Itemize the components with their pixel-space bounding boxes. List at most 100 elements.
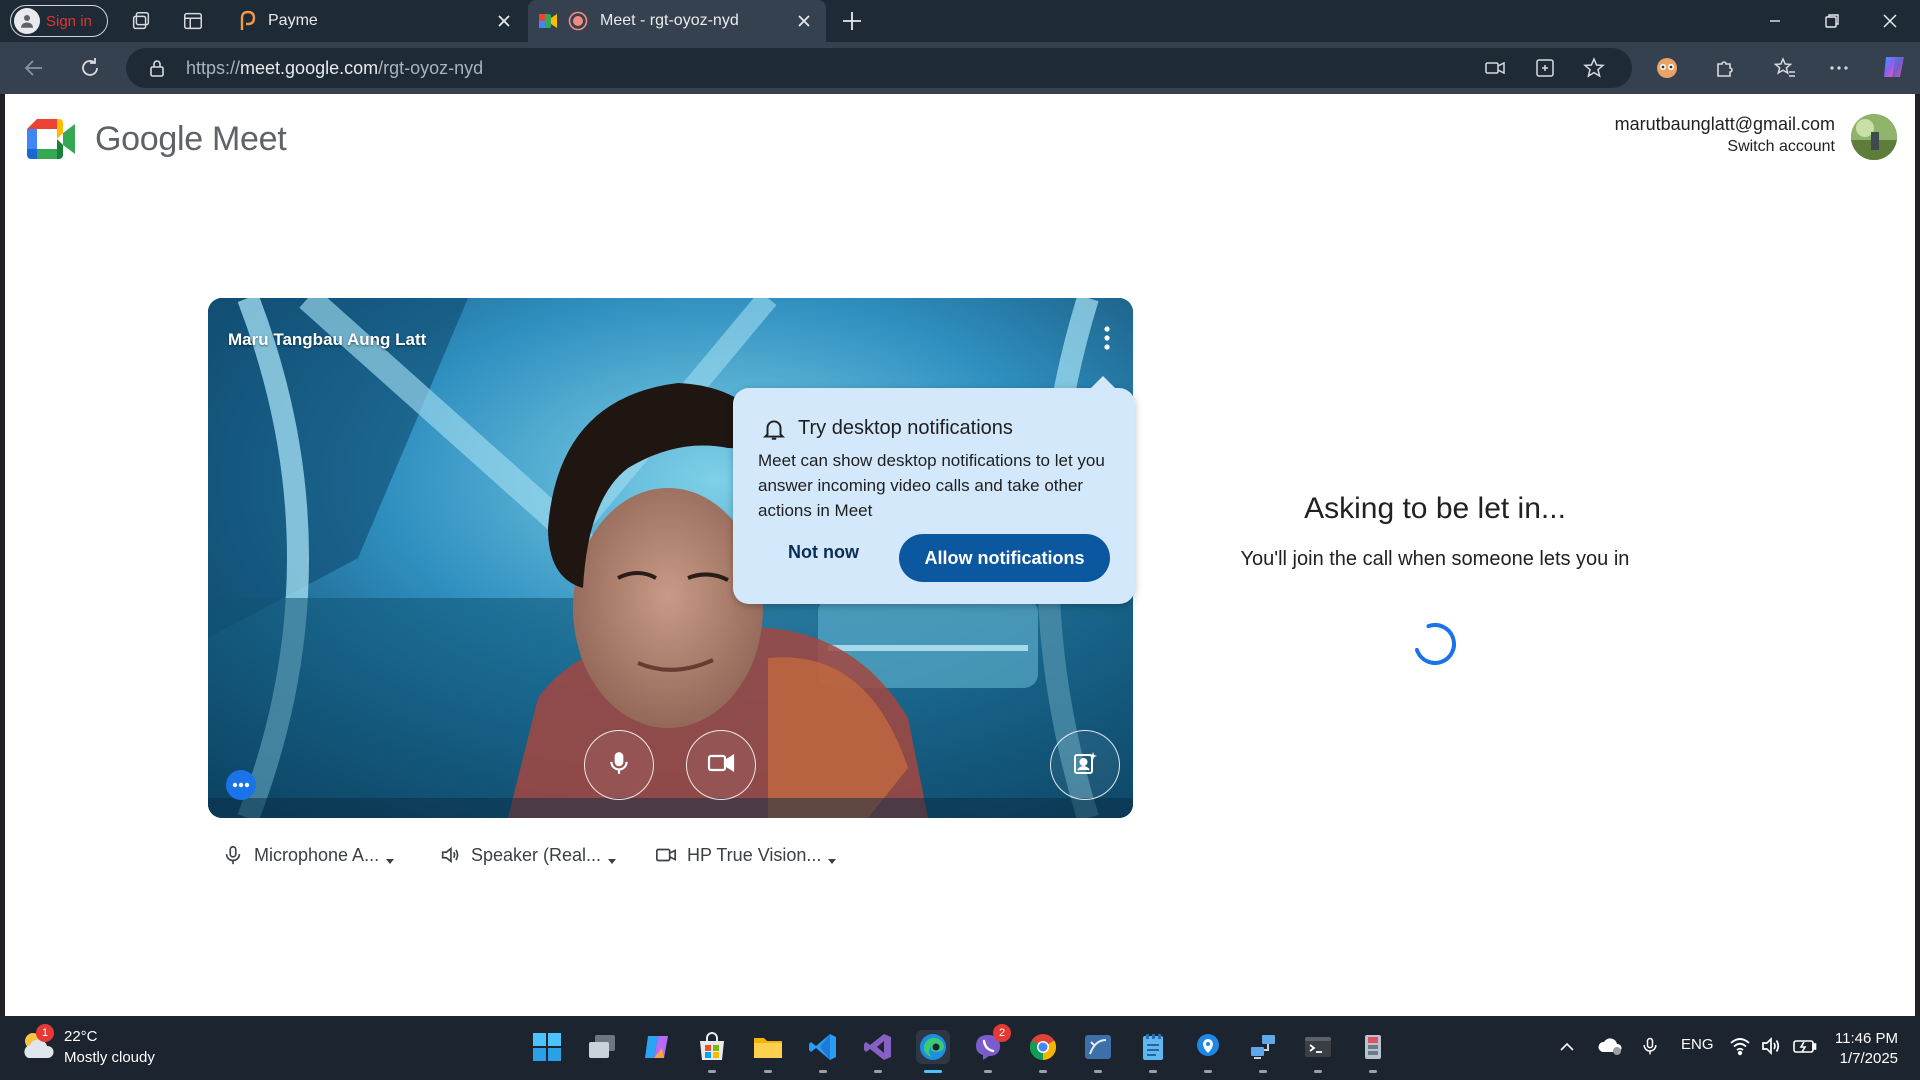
taskbar-visual-studio[interactable] [861, 1030, 895, 1073]
restore-icon[interactable] [1821, 10, 1843, 32]
network-computers-icon [1251, 1035, 1275, 1059]
app-available-icon[interactable] [1534, 57, 1556, 84]
account-email: marutbaunglatt@gmail.com [1614, 114, 1835, 134]
copilot-icon[interactable] [1880, 53, 1908, 81]
microphone-label: Microphone A... [254, 844, 380, 865]
vscode-icon [809, 1034, 836, 1060]
visual-effects-icon [1072, 750, 1098, 781]
favorite-star-icon[interactable] [1582, 56, 1606, 85]
lock-icon[interactable] [148, 58, 166, 83]
camera-selector[interactable]: HP True Vision... [655, 844, 837, 866]
store-icon [700, 1032, 724, 1060]
minimize-icon[interactable] [1764, 10, 1786, 32]
camera-toggle-button[interactable] [686, 730, 756, 800]
tab-title: Payme [268, 12, 318, 29]
back-icon[interactable] [22, 56, 46, 80]
not-now-button[interactable]: Not now [788, 542, 859, 563]
vertical-tabs-icon[interactable] [181, 9, 205, 33]
extensions-puzzle-icon[interactable] [1713, 56, 1737, 80]
input-language[interactable]: ENG [1681, 1036, 1714, 1053]
allow-notifications-button[interactable]: Allow notifications [899, 534, 1110, 582]
profile-button[interactable]: Sign in [10, 5, 108, 37]
payme-favicon-icon [238, 10, 258, 37]
microphone-icon [606, 750, 632, 781]
switch-account-link[interactable]: Switch account [1615, 138, 1835, 156]
reload-icon[interactable] [78, 56, 102, 80]
chevron-down-icon [385, 850, 395, 864]
temperature: 22°C [64, 1028, 98, 1045]
microphone-toggle-button[interactable] [584, 730, 654, 800]
taskbar-viber[interactable]: 2 [971, 1024, 1011, 1073]
meet-favicon-icon [538, 12, 558, 35]
start-button[interactable] [530, 1030, 564, 1064]
brand-title: Google Meet [95, 120, 287, 158]
tab-meet[interactable]: Meet - rgt-oyoz-nyd [528, 0, 826, 42]
close-window-icon[interactable] [1879, 10, 1901, 32]
taskbar-maps[interactable] [1191, 1030, 1225, 1073]
taskbar-file-explorer[interactable] [751, 1030, 785, 1073]
close-tab-icon[interactable] [794, 11, 814, 31]
battery-icon[interactable] [1792, 1036, 1818, 1060]
meet-page: Google Meet marutbaunglatt@gmail.com Swi… [5, 94, 1915, 1016]
recording-icon [568, 11, 588, 36]
folder-icon [754, 1038, 782, 1058]
database-tool-icon [1085, 1035, 1111, 1059]
workspaces-icon[interactable] [129, 9, 153, 33]
participant-name: Maru Tangbau Aung Latt [228, 330, 427, 349]
popover-body: Meet can show desktop notifications to l… [758, 451, 1105, 520]
favorites-icon[interactable] [1773, 56, 1797, 80]
taskbar-terminal[interactable] [1301, 1030, 1335, 1073]
weather-widget[interactable]: 1 22°C Mostly cloudy [20, 1024, 155, 1066]
status-heading: Asking to be let in... [1304, 492, 1566, 525]
more-options-icon[interactable] [1103, 324, 1111, 352]
chrome-icon [1029, 1034, 1057, 1061]
task-view-button[interactable] [585, 1030, 619, 1064]
notification-badge: 2 [993, 1024, 1011, 1042]
visual-effects-button[interactable] [1050, 730, 1120, 800]
taskbar-copilot[interactable] [640, 1030, 674, 1064]
address-bar[interactable]: https://meet.google.com/rgt-oyoz-nyd [126, 48, 1632, 88]
show-hidden-icons-icon[interactable] [1558, 1038, 1576, 1060]
camera-in-use-icon[interactable] [1484, 57, 1506, 84]
speaker-selector[interactable]: Speaker (Real... [439, 844, 617, 866]
taskbar-edge[interactable] [916, 1030, 950, 1073]
browser-tab-bar: Sign in Payme Meet - rgt-oyoz-nyd [0, 0, 1920, 42]
weather-badge: 1 [36, 1024, 54, 1042]
more-options-icon[interactable] [1827, 56, 1851, 80]
taskbar-chrome[interactable] [1026, 1030, 1060, 1073]
microphone-in-use-icon[interactable] [1640, 1035, 1660, 1061]
speaker-icon [439, 844, 461, 866]
more-actions-button[interactable] [226, 770, 256, 800]
close-tab-icon[interactable] [494, 11, 514, 31]
account-info: marutbaunglatt@gmail.com Switch account [1615, 114, 1835, 156]
taskbar-archive[interactable] [1356, 1030, 1390, 1073]
clock-time: 11:46 PM [1834, 1030, 1898, 1047]
url-text: https://meet.google.com/rgt-oyoz-nyd [186, 57, 484, 78]
status-message: You'll join the call when someone lets y… [1240, 548, 1630, 570]
volume-icon[interactable] [1760, 1035, 1782, 1061]
wifi-icon[interactable] [1729, 1035, 1751, 1061]
taskbar-store[interactable] [695, 1030, 729, 1073]
chevron-down-icon [607, 850, 617, 864]
edge-icon [920, 1034, 946, 1060]
system-clock[interactable]: 11:46 PM 1/7/2025 [1835, 1029, 1898, 1069]
taskbar-vscode[interactable] [806, 1030, 840, 1073]
profile-label: Sign in [46, 12, 92, 30]
copilot-icon [645, 1036, 668, 1058]
taskbar-sql-tool[interactable] [1081, 1030, 1115, 1073]
microphone-selector[interactable]: Microphone A... [222, 844, 395, 866]
google-meet-logo [27, 119, 77, 159]
extension-icon[interactable] [1655, 56, 1679, 80]
new-tab-icon[interactable] [840, 9, 864, 33]
tab-payme[interactable]: Payme [228, 0, 526, 42]
onedrive-icon[interactable] [1597, 1035, 1623, 1061]
speaker-label: Speaker (Real... [471, 844, 602, 865]
windows-taskbar: 1 22°C Mostly cloudy 2 ENG 11:46 PM 1/7/… [0, 1016, 1920, 1080]
browser-toolbar: https://meet.google.com/rgt-oyoz-nyd [0, 42, 1920, 94]
waiting-status: Asking to be let in... You'll join the c… [1220, 492, 1650, 574]
taskbar-network-tool[interactable] [1246, 1030, 1280, 1073]
chevron-down-icon [827, 850, 837, 864]
taskbar-notepad[interactable] [1136, 1030, 1170, 1073]
weather-description: Mostly cloudy [64, 1049, 155, 1066]
avatar[interactable] [1851, 114, 1897, 160]
